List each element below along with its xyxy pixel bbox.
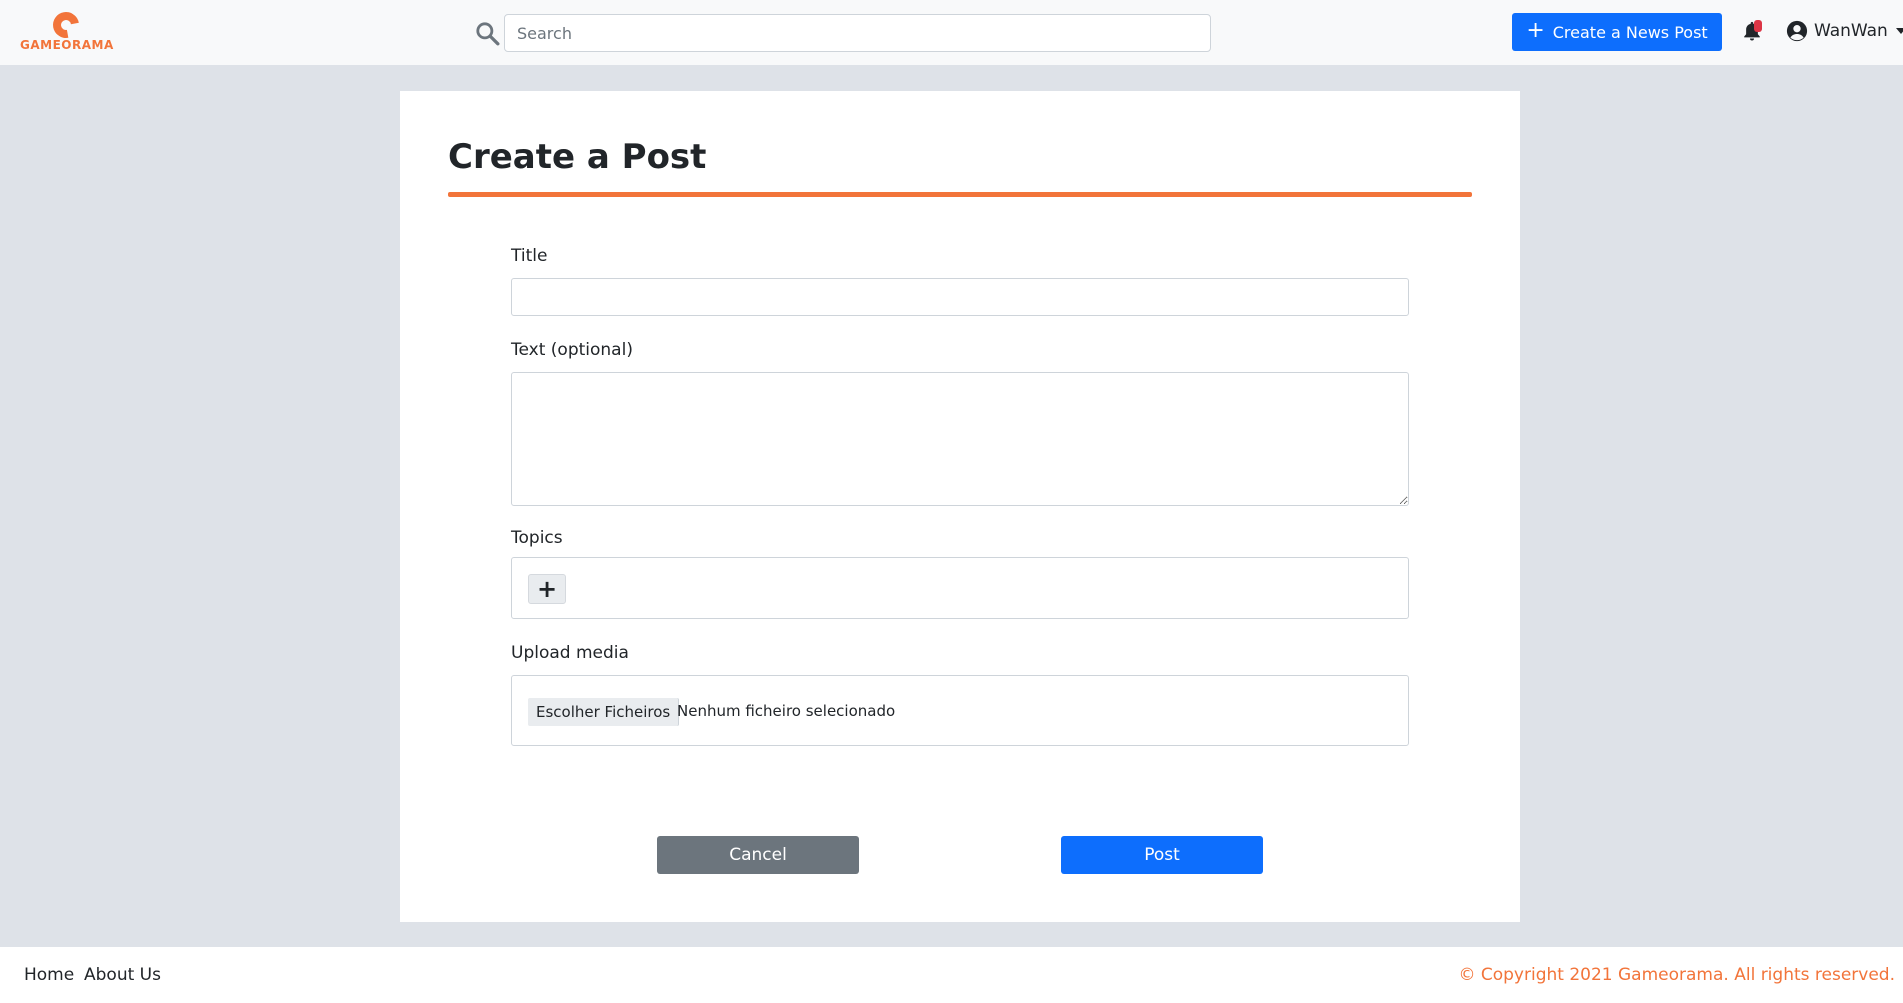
notification-badge bbox=[1754, 20, 1762, 32]
title-divider bbox=[448, 192, 1472, 197]
user-circle-icon bbox=[1786, 20, 1808, 42]
choose-files-button[interactable]: Escolher Ficheiros bbox=[528, 698, 680, 726]
top-navbar: GAMEORAMA + Create a News Post WanWan bbox=[0, 0, 1903, 65]
page-footer: Home About Us © Copyright 2021 Gameorama… bbox=[0, 947, 1903, 1003]
text-label: Text (optional) bbox=[511, 340, 633, 360]
add-topic-button[interactable]: + bbox=[528, 574, 566, 604]
create-news-post-label: Create a News Post bbox=[1552, 22, 1708, 42]
plus-icon: + bbox=[1526, 18, 1545, 43]
cancel-button[interactable]: Cancel bbox=[657, 836, 859, 874]
search-icon[interactable] bbox=[474, 20, 500, 46]
chevron-down-icon bbox=[1895, 28, 1903, 34]
username: WanWan bbox=[1814, 21, 1888, 41]
page-title: Create a Post bbox=[448, 137, 707, 177]
brand-logo[interactable]: GAMEORAMA bbox=[20, 6, 114, 56]
search-input[interactable] bbox=[504, 14, 1211, 52]
upload-media-label: Upload media bbox=[511, 643, 629, 663]
footer-link-about-us[interactable]: About Us bbox=[84, 965, 161, 985]
topics-field: + bbox=[511, 557, 1409, 619]
create-news-post-button[interactable]: + Create a News Post bbox=[1512, 13, 1722, 51]
upload-media-field[interactable]: Escolher Ficheiros Nenhum ficheiro selec… bbox=[511, 675, 1409, 746]
no-file-selected-text: Nenhum ficheiro selecionado bbox=[677, 702, 896, 720]
topics-label: Topics bbox=[511, 528, 563, 548]
title-input[interactable] bbox=[511, 278, 1409, 316]
text-textarea[interactable] bbox=[511, 372, 1409, 506]
user-menu[interactable]: WanWan bbox=[1786, 20, 1903, 42]
title-label: Title bbox=[511, 246, 548, 266]
logo-wordmark: GAMEORAMA bbox=[20, 38, 114, 52]
create-post-card: Create a Post Title Text (optional) Topi… bbox=[400, 91, 1520, 922]
copyright-text: © Copyright 2021 Gameorama. All rights r… bbox=[1458, 965, 1895, 985]
post-button[interactable]: Post bbox=[1061, 836, 1263, 874]
footer-link-home[interactable]: Home bbox=[24, 965, 74, 985]
